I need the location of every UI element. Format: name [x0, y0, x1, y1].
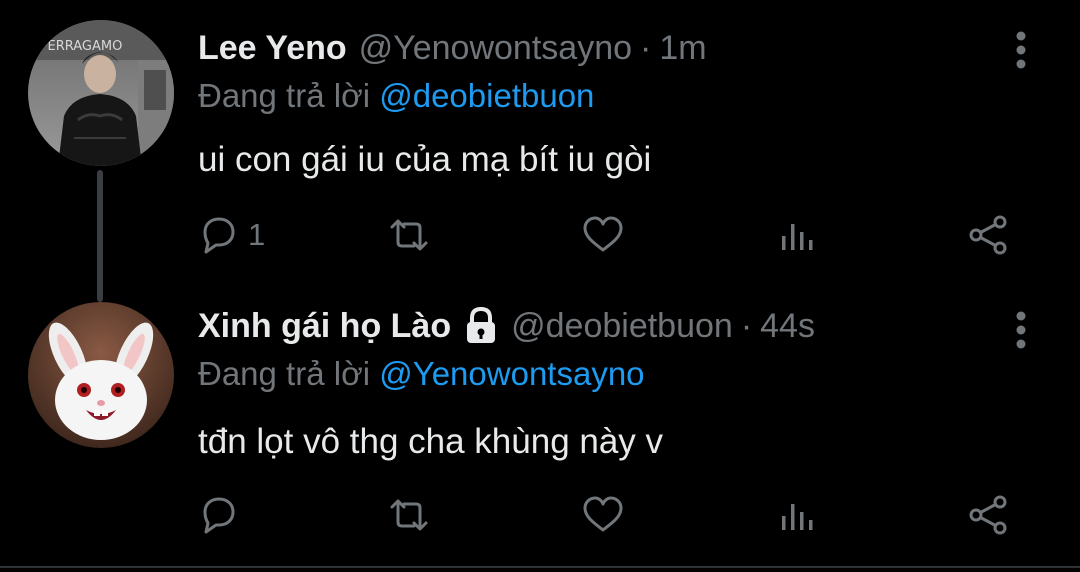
- avatar-photo: [28, 302, 174, 448]
- reply-icon: [203, 497, 235, 534]
- separator-dot: ·: [640, 29, 652, 67]
- like-button[interactable]: [580, 490, 626, 540]
- reply-button[interactable]: [196, 490, 248, 540]
- share-icon: [969, 495, 1007, 535]
- like-button[interactable]: [580, 210, 626, 260]
- replying-to: Đang trả lời @deobietbuon: [198, 76, 594, 116]
- views-button[interactable]: [774, 490, 820, 540]
- retweet-icon: [390, 499, 428, 531]
- reply-button[interactable]: 1: [196, 210, 265, 260]
- more-options-button[interactable]: [1008, 310, 1034, 350]
- share-button[interactable]: [966, 210, 1012, 260]
- author-name[interactable]: Lee Yeno: [198, 26, 347, 70]
- views-icon: [782, 504, 813, 530]
- views-button[interactable]: [774, 210, 820, 260]
- share-icon: [969, 215, 1007, 255]
- avatar-photo: FERRAGAMO: [28, 20, 174, 166]
- timestamp[interactable]: 44s: [760, 304, 815, 348]
- more-options-button[interactable]: [1008, 30, 1034, 70]
- author-handle[interactable]: @Yenowontsayno: [359, 26, 632, 70]
- avatar[interactable]: [28, 302, 174, 448]
- timestamp[interactable]: 1m: [659, 26, 706, 70]
- reply-icon: [203, 217, 235, 254]
- replying-prefix: Đang trả lời: [198, 77, 371, 114]
- tweet-header: Xinh gái họ Lào @deobietbuon · 44s: [198, 304, 815, 348]
- lock-icon: [463, 306, 499, 346]
- avatar[interactable]: FERRAGAMO: [28, 20, 174, 166]
- reply-count: 1: [248, 217, 266, 252]
- replying-to: Đang trả lời @Yenowontsayno: [198, 354, 645, 394]
- action-bar: 1: [0, 210, 1080, 260]
- author-name[interactable]: Xinh gái họ Lào: [198, 304, 451, 348]
- replying-mention-link[interactable]: @Yenowontsayno: [379, 355, 644, 392]
- author-handle[interactable]: @deobietbuon: [511, 304, 733, 348]
- tweet[interactable]: FERRAGAMO Lee Yeno @Yenowontsayno · 1m Đ…: [0, 0, 1080, 302]
- retweet-button[interactable]: [386, 490, 432, 540]
- tweet-text: ui con gái iu của mạ bít iu gòi: [198, 140, 652, 179]
- more-vertical-icon: [1016, 311, 1026, 349]
- retweet-icon: [390, 219, 428, 251]
- heart-icon: [583, 216, 623, 252]
- separator-dot: ·: [740, 307, 753, 345]
- tweet-text: tđn lọt vô thg cha khùng này v: [198, 422, 664, 461]
- action-bar: [0, 490, 1080, 540]
- tweet-header: Lee Yeno @Yenowontsayno · 1m: [198, 26, 707, 70]
- more-vertical-icon: [1016, 31, 1026, 69]
- replying-prefix: Đang trả lời: [198, 355, 371, 392]
- share-button[interactable]: [966, 490, 1012, 540]
- bottom-divider: [0, 566, 1080, 568]
- views-icon: [782, 224, 813, 250]
- heart-icon: [583, 496, 623, 532]
- avatar-sign-text: FERRAGAMO: [40, 39, 122, 54]
- retweet-button[interactable]: [386, 210, 432, 260]
- replying-mention-link[interactable]: @deobietbuon: [379, 77, 594, 114]
- tweet[interactable]: Xinh gái họ Lào @deobietbuon · 44s Đang …: [0, 290, 1080, 572]
